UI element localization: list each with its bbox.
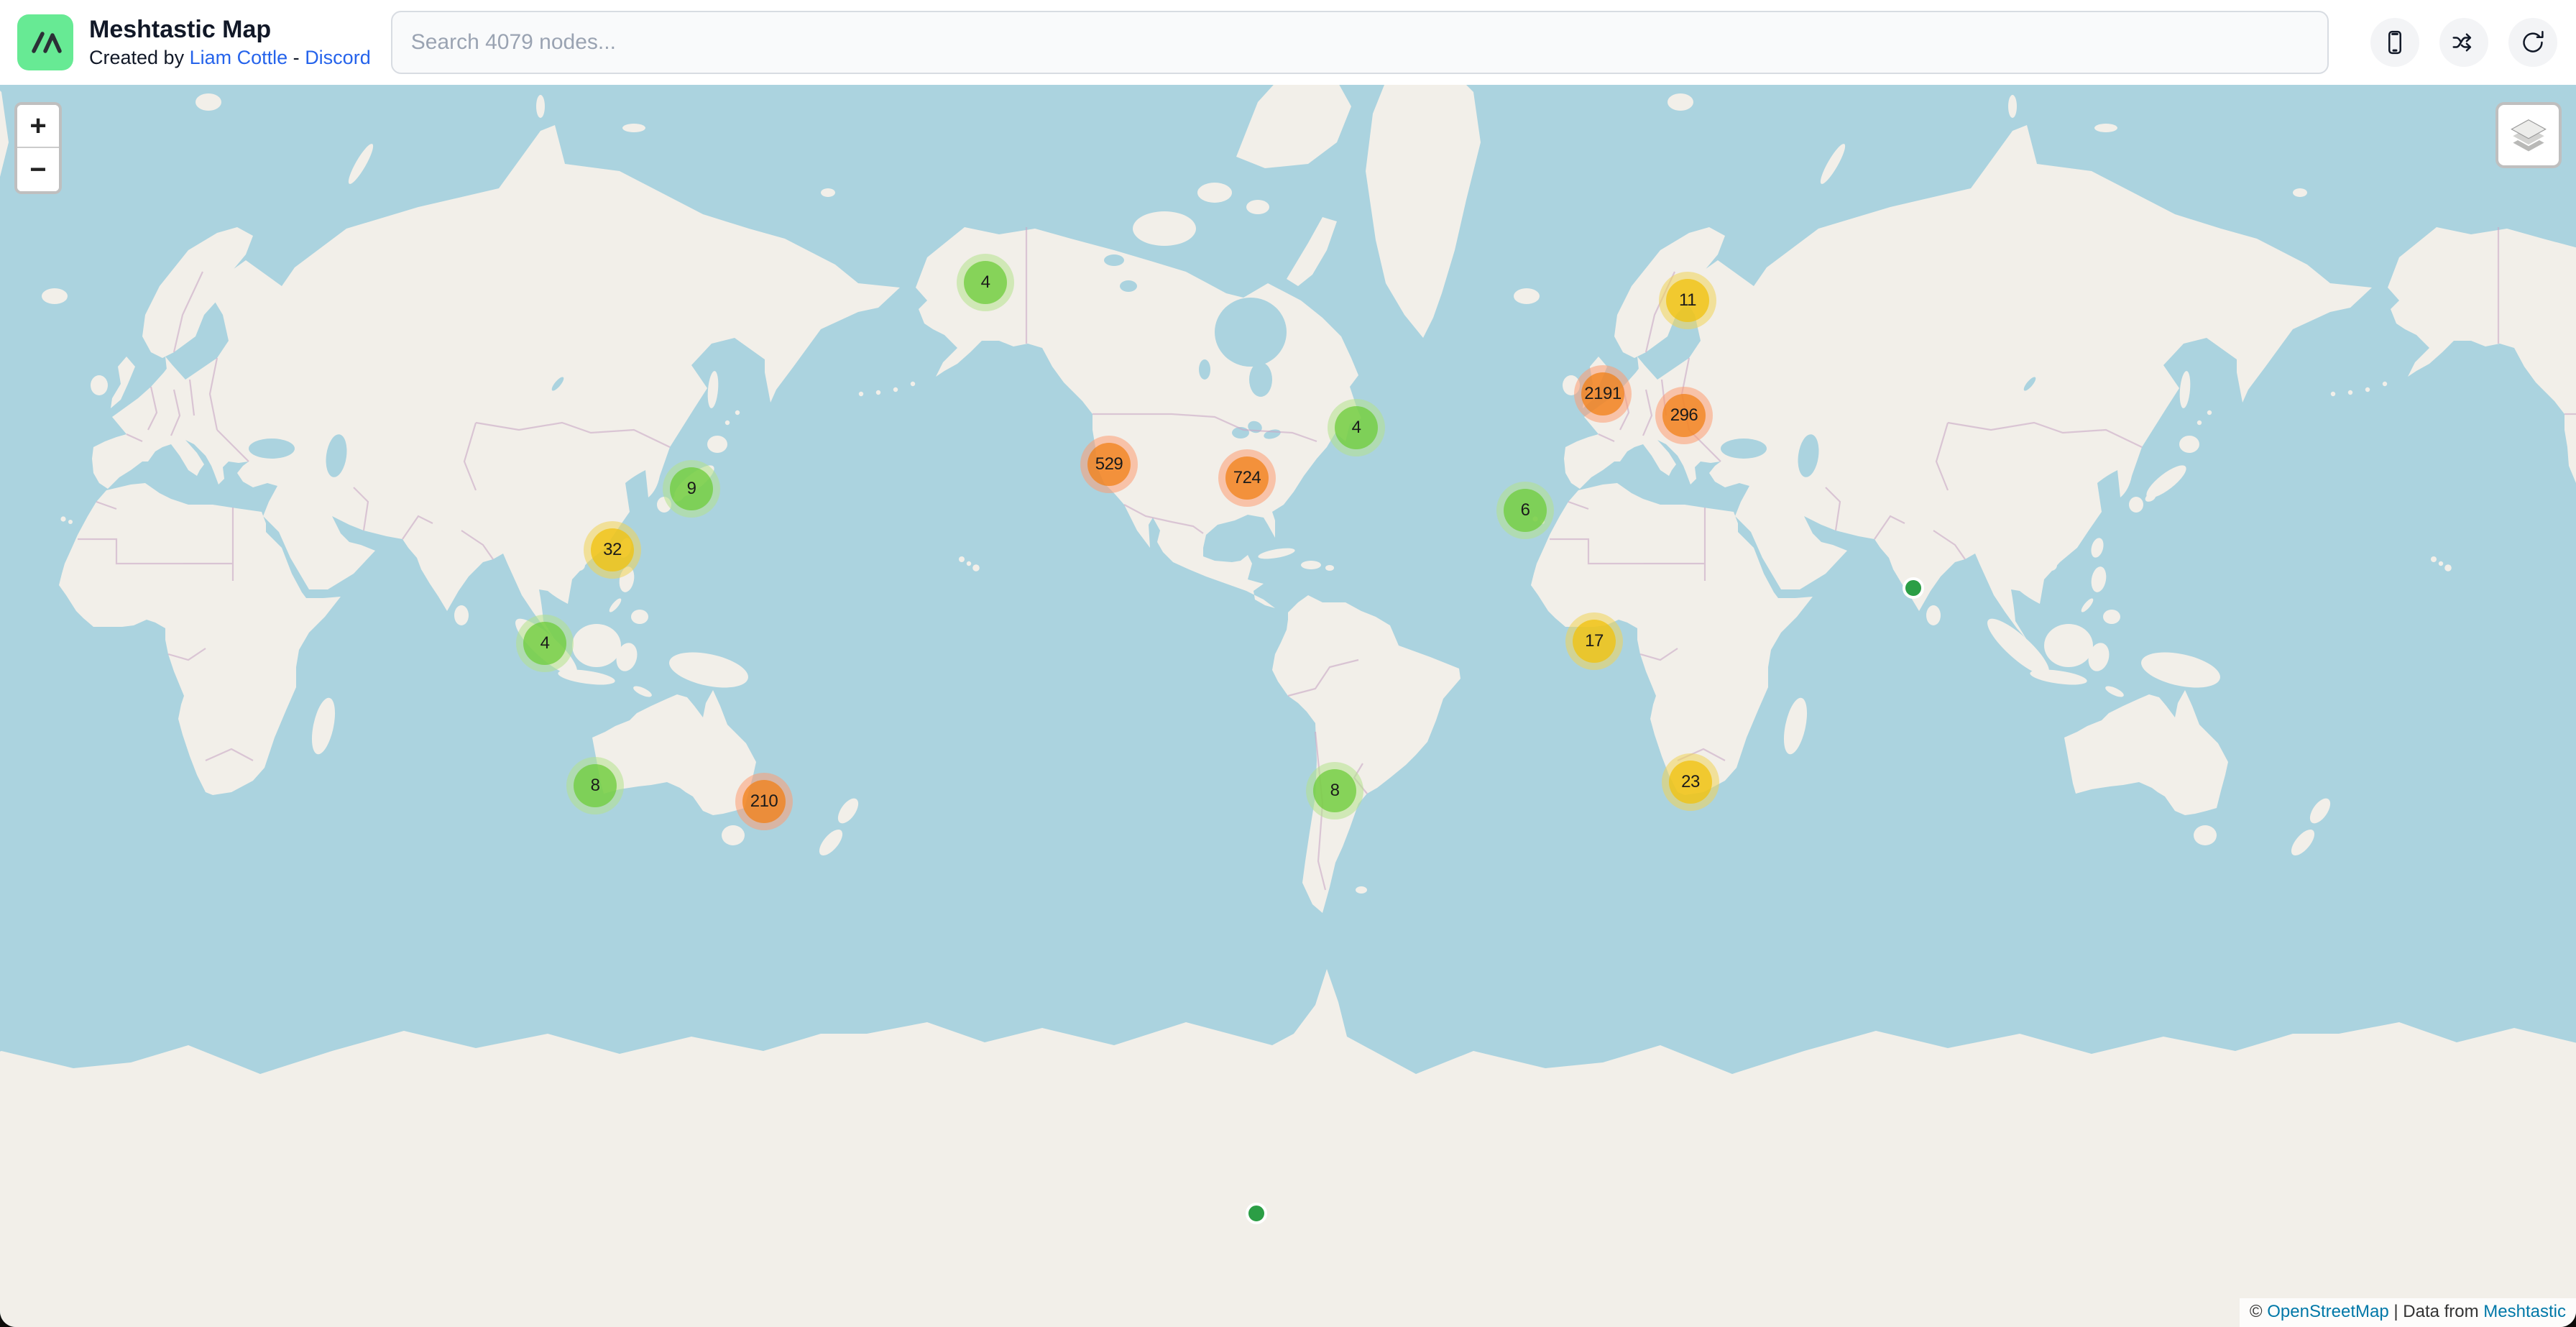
- node-marker[interactable]: [1246, 1203, 1267, 1224]
- page-title: Meshtastic Map: [89, 16, 371, 44]
- cluster-count: 4: [1335, 406, 1378, 449]
- cluster-marker[interactable]: 2191: [1574, 365, 1632, 423]
- map-attribution: © OpenStreetMap | Data from Meshtastic: [2240, 1298, 2576, 1327]
- zoom-control: + −: [14, 102, 62, 194]
- cluster-count: 32: [591, 528, 634, 571]
- mobile-app-button[interactable]: [2370, 18, 2419, 67]
- cluster-count: 4: [964, 261, 1007, 304]
- zoom-in-button[interactable]: +: [17, 105, 59, 148]
- refresh-button[interactable]: [2508, 18, 2557, 67]
- refresh-icon: [2519, 29, 2547, 56]
- cluster-marker[interactable]: 529: [1080, 436, 1138, 493]
- world-map[interactable]: + − 4 529 724 4 9 32 4 8 210 8 2191 296 11 6 17 23 © Op…: [0, 85, 2576, 1327]
- attribution-copyright: ©: [2250, 1302, 2263, 1321]
- marker-layer: 4 529 724 4 9 32 4 8 210 8 2191 296 11 6 17 23: [0, 85, 2576, 1327]
- cluster-marker[interactable]: 8: [566, 757, 624, 814]
- cluster-count: 9: [670, 467, 713, 510]
- shuffle-button[interactable]: [2439, 18, 2488, 67]
- cluster-marker[interactable]: 32: [584, 521, 641, 579]
- meshtastic-logo-icon: [27, 24, 64, 61]
- cluster-count: 4: [523, 622, 566, 665]
- cluster-marker[interactable]: 4: [957, 254, 1014, 311]
- cluster-marker[interactable]: 4: [1328, 399, 1385, 456]
- meshtastic-logo: [17, 14, 73, 70]
- cluster-count: 8: [1313, 769, 1356, 812]
- node-marker[interactable]: [1903, 577, 1924, 599]
- cluster-count: 529: [1087, 443, 1131, 486]
- zoom-out-button[interactable]: −: [17, 148, 59, 191]
- cluster-count: 6: [1504, 489, 1547, 532]
- cluster-marker[interactable]: 11: [1659, 272, 1716, 329]
- cluster-marker[interactable]: 17: [1565, 612, 1623, 670]
- cluster-marker[interactable]: 296: [1655, 387, 1713, 444]
- byline-separator: -: [293, 47, 300, 68]
- author-link[interactable]: Liam Cottle: [190, 47, 288, 68]
- meshtastic-link[interactable]: Meshtastic: [2483, 1302, 2566, 1321]
- shuffle-icon: [2450, 29, 2478, 56]
- mobile-icon: [2381, 29, 2409, 56]
- cluster-marker[interactable]: 9: [663, 460, 720, 518]
- cluster-marker[interactable]: 724: [1218, 449, 1276, 507]
- cluster-count: 17: [1573, 620, 1616, 663]
- byline: Created by Liam Cottle - Discord: [89, 47, 371, 69]
- header: Meshtastic Map Created by Liam Cottle - …: [0, 0, 2576, 85]
- cluster-count: 8: [574, 764, 617, 807]
- search-input[interactable]: [391, 11, 2329, 74]
- cluster-count: 210: [742, 780, 786, 823]
- layers-icon: [2510, 118, 2547, 152]
- osm-link[interactable]: OpenStreetMap: [2267, 1302, 2388, 1321]
- meshtastic-map-app: Meshtastic Map Created by Liam Cottle - …: [0, 0, 2576, 1327]
- cluster-marker[interactable]: 210: [735, 773, 793, 830]
- byline-prefix: Created by: [89, 47, 184, 68]
- cluster-marker[interactable]: 23: [1662, 753, 1719, 811]
- title-block: Meshtastic Map Created by Liam Cottle - …: [89, 16, 371, 69]
- cluster-count: 11: [1666, 279, 1709, 322]
- cluster-count: 23: [1669, 761, 1712, 804]
- cluster-count: 296: [1662, 394, 1706, 437]
- cluster-marker[interactable]: 4: [516, 615, 574, 672]
- layers-control[interactable]: [2496, 102, 2562, 168]
- attribution-middle: | Data from: [2393, 1302, 2478, 1321]
- cluster-count: 724: [1225, 456, 1269, 500]
- cluster-count: 2191: [1581, 372, 1624, 415]
- discord-link[interactable]: Discord: [305, 47, 371, 68]
- cluster-marker[interactable]: 6: [1496, 482, 1554, 539]
- cluster-marker[interactable]: 8: [1306, 762, 1363, 819]
